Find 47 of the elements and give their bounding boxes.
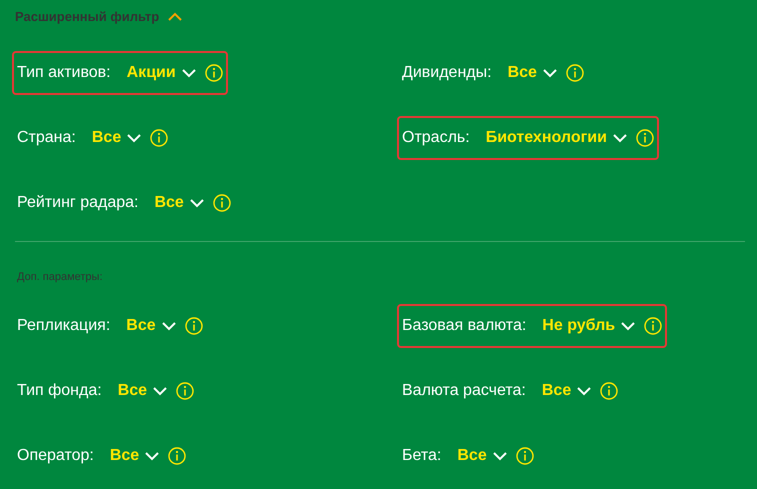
filter-dropdown[interactable]: Все — [118, 379, 168, 403]
filter-label: Отрасль: — [402, 128, 470, 148]
chevron-down-icon — [612, 132, 628, 142]
filter-dropdown[interactable]: Не рубль — [542, 314, 636, 338]
section-title: Доп. параметры: — [17, 270, 104, 285]
info-icon[interactable] — [150, 128, 168, 146]
filter-label: Бета: — [402, 446, 442, 466]
filter-label: Рейтинг радара: — [17, 192, 138, 212]
filter-dropdown[interactable]: Биотехнологии — [486, 126, 628, 150]
filter-dropdown[interactable]: Акции — [126, 60, 197, 84]
filter-label: Валюта расчета: — [402, 381, 526, 401]
chevron-down-icon — [144, 451, 160, 461]
chevron-down-icon — [542, 68, 558, 78]
chevron-down-icon — [576, 386, 592, 396]
info-icon[interactable] — [566, 64, 584, 82]
filter-label: Репликация: — [17, 316, 110, 336]
chevron-down-icon — [620, 321, 636, 331]
filter-label: Оператор: — [17, 446, 94, 466]
info-icon[interactable] — [176, 382, 194, 400]
chevron-down-icon — [188, 198, 205, 208]
filter-label: Тип фонда: — [17, 381, 102, 401]
filter-label: Страна: — [17, 128, 76, 148]
info-icon[interactable] — [600, 382, 618, 400]
filter-dropdown[interactable]: Все — [154, 190, 205, 214]
info-icon[interactable] — [516, 447, 534, 465]
filter-dropdown[interactable]: Все — [457, 444, 508, 468]
chevron-up-icon — [167, 12, 184, 22]
info-icon[interactable] — [636, 128, 654, 146]
info-icon[interactable] — [204, 64, 223, 82]
filter-dropdown[interactable]: Все — [110, 444, 160, 468]
filter-label: Дивиденды: — [402, 62, 492, 82]
filter-dropdown[interactable]: Все — [542, 379, 592, 403]
filter-toggle[interactable]: Расширенный фильтр — [15, 6, 184, 28]
filter-dropdown[interactable]: Все — [126, 314, 177, 338]
chevron-down-icon — [160, 321, 177, 331]
info-icon[interactable] — [212, 194, 231, 212]
chevron-down-icon — [126, 132, 142, 142]
chevron-down-icon — [492, 451, 508, 461]
filter-label: Тип активов: — [17, 62, 111, 82]
chevron-down-icon — [180, 68, 197, 78]
filter-dropdown[interactable]: Все — [508, 60, 558, 84]
filter-dropdown[interactable]: Все — [92, 126, 142, 150]
filter-label: Базовая валюта: — [402, 316, 526, 336]
info-icon[interactable] — [168, 447, 186, 465]
info-icon[interactable] — [644, 317, 662, 335]
info-icon[interactable] — [184, 317, 203, 335]
chevron-down-icon — [152, 386, 168, 396]
